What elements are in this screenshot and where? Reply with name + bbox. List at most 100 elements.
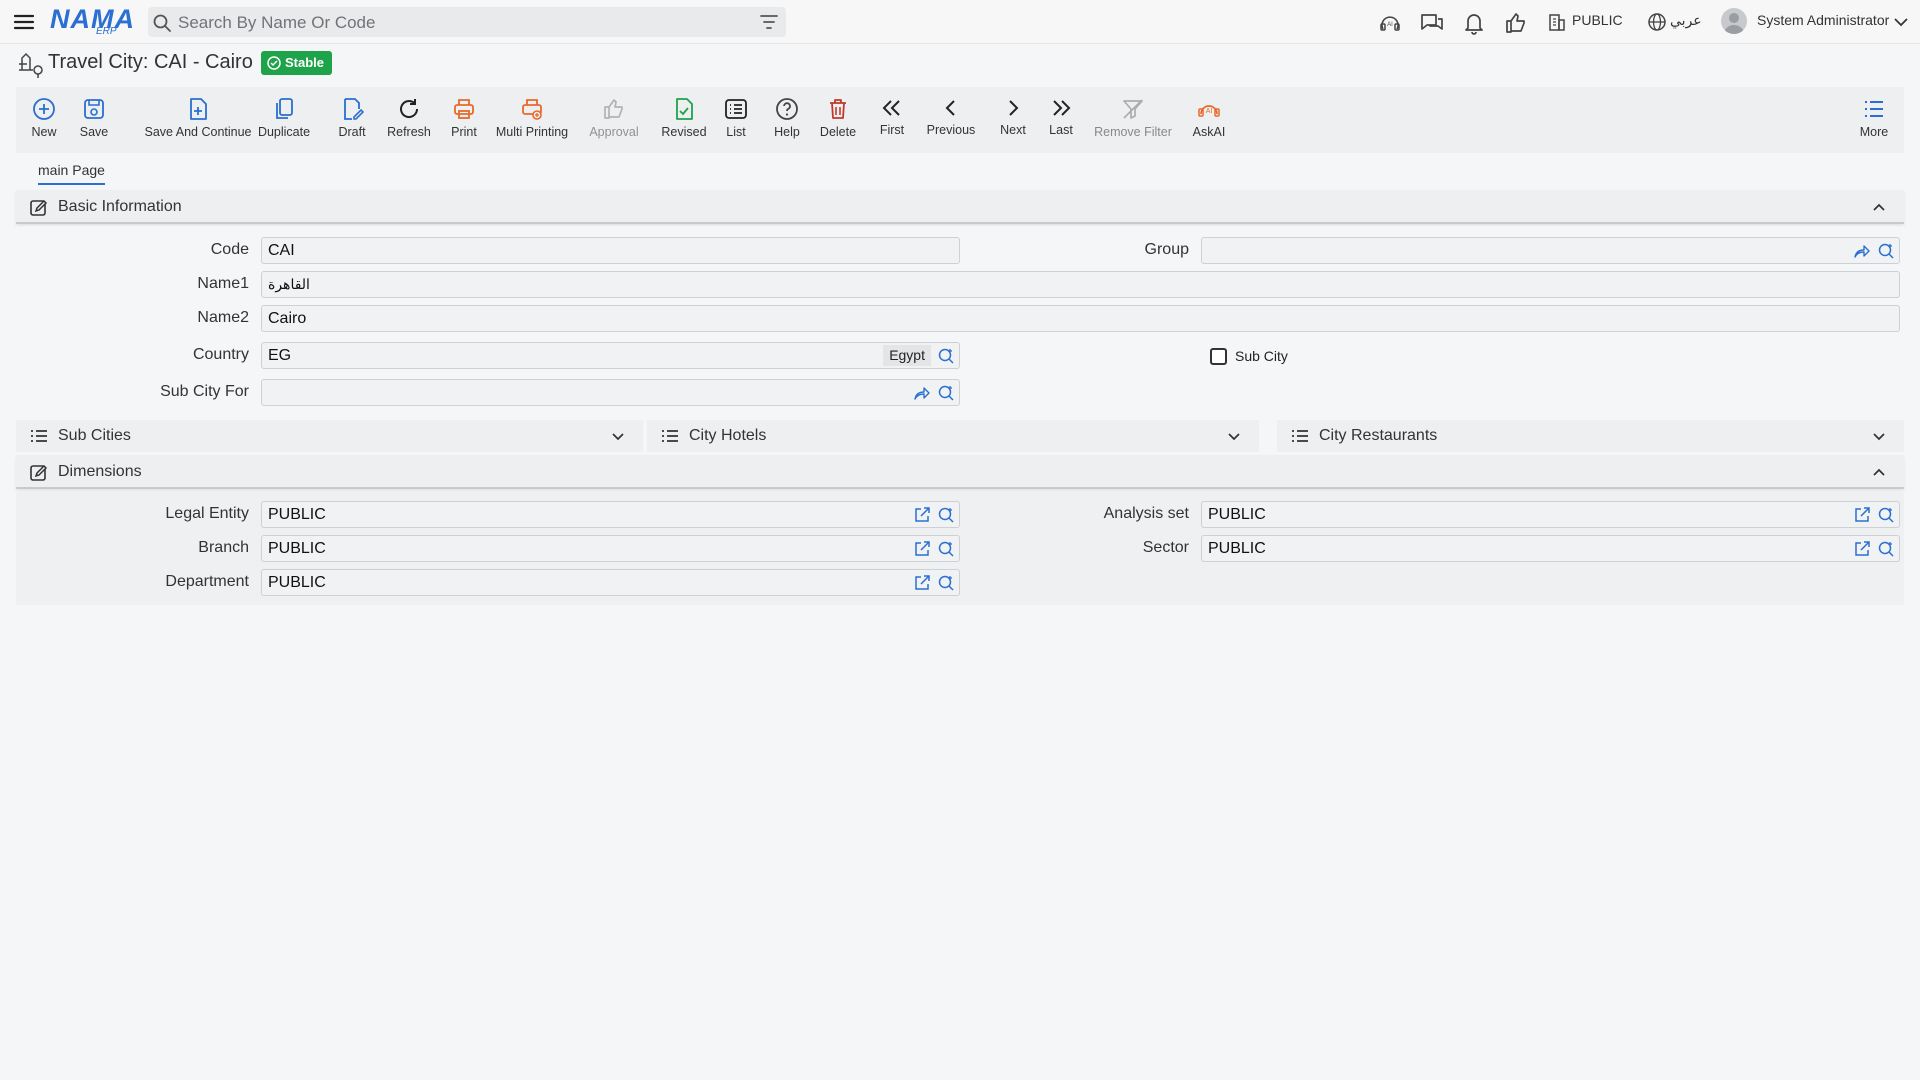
status-badge: Stable <box>261 51 333 75</box>
save-and-continue-button[interactable]: Save And Continue <box>130 87 266 153</box>
city-restaurants-grid-header[interactable]: City Restaurants <box>1277 420 1904 452</box>
multi-printing-button[interactable]: Multi Printing <box>493 87 571 153</box>
globe-icon[interactable] <box>1647 12 1667 38</box>
lookup-search-icon[interactable] <box>937 540 955 558</box>
printer-icon <box>454 99 474 119</box>
sector-label: Sector <box>1142 539 1189 556</box>
department-label: Department <box>165 573 249 590</box>
print-label: Print <box>451 125 477 139</box>
help-label: Help <box>774 125 800 139</box>
multi-printer-icon <box>522 99 542 120</box>
chevron-down-icon[interactable] <box>1893 14 1909 30</box>
approval-thumbs-up-icon <box>604 99 623 119</box>
lookup-search-icon[interactable] <box>937 506 955 524</box>
list-label: List <box>726 125 746 139</box>
status-text: Stable <box>285 55 325 70</box>
avatar[interactable] <box>1721 8 1747 34</box>
share-icon[interactable] <box>1853 242 1871 260</box>
page-title: Travel City: CAI - Cairo <box>48 51 253 73</box>
chevron-down-icon[interactable] <box>1227 430 1241 444</box>
refresh-label: Refresh <box>387 125 431 139</box>
chevron-up-icon[interactable] <box>1872 200 1886 214</box>
user-menu[interactable]: System Administrator <box>1757 12 1889 28</box>
dimensions-title: Dimensions <box>58 463 142 480</box>
language-switch[interactable]: عربي <box>1670 12 1702 29</box>
remove-filter-button[interactable]: Remove Filter <box>1094 87 1172 153</box>
branch-field[interactable]: PUBLIC <box>261 535 960 562</box>
plus-circle-icon <box>33 98 55 120</box>
chat-icon[interactable] <box>1419 10 1445 36</box>
askai-button[interactable]: AI AskAI <box>1192 87 1226 153</box>
code-field[interactable]: CAI <box>261 237 960 264</box>
open-external-icon[interactable] <box>913 506 931 524</box>
lookup-search-icon[interactable] <box>1877 506 1895 524</box>
lookup-search-icon[interactable] <box>1877 540 1895 558</box>
chevron-right-icon <box>1009 100 1019 116</box>
tab-main-page[interactable]: main Page <box>38 162 105 178</box>
analysis-set-value: PUBLIC <box>1208 506 1266 523</box>
sub-cities-grid-header[interactable]: Sub Cities <box>16 420 643 452</box>
copy-icon <box>276 98 293 119</box>
company-building-icon[interactable] <box>1547 12 1567 38</box>
chevron-down-icon[interactable] <box>1872 430 1886 444</box>
chevron-up-icon[interactable] <box>1872 465 1886 479</box>
lookup-search-icon[interactable] <box>1877 242 1895 260</box>
print-button[interactable]: Print <box>444 87 484 153</box>
name1-field[interactable]: القاهرة <box>261 271 1900 298</box>
more-button[interactable]: More <box>1858 87 1890 153</box>
open-external-icon[interactable] <box>913 540 931 558</box>
lookup-search-icon[interactable] <box>937 574 955 592</box>
list-button[interactable]: List <box>724 87 748 153</box>
legal-entity-field[interactable]: PUBLIC <box>261 501 960 528</box>
new-button[interactable]: New <box>26 87 62 153</box>
previous-button[interactable]: Previous <box>926 87 976 153</box>
city-hotels-grid-header[interactable]: City Hotels <box>647 420 1259 452</box>
analysis-set-field[interactable]: PUBLIC <box>1201 501 1900 528</box>
sub-city-checkbox[interactable] <box>1210 348 1227 365</box>
open-external-icon[interactable] <box>1853 506 1871 524</box>
delete-button[interactable]: Delete <box>818 87 858 153</box>
lookup-search-icon[interactable] <box>937 384 955 402</box>
share-icon[interactable] <box>913 384 931 402</box>
country-field[interactable]: EG Egypt <box>261 342 960 369</box>
filter-icon[interactable] <box>760 14 778 30</box>
dimensions-header[interactable]: Dimensions <box>16 455 1904 489</box>
edit-icon <box>30 199 48 217</box>
lookup-search-icon[interactable] <box>937 347 955 365</box>
ai-assistant-icon[interactable]: AI <box>1377 10 1403 36</box>
country-label: Country <box>192 346 249 363</box>
name2-field[interactable]: Cairo <box>261 305 1900 332</box>
last-button[interactable]: Last <box>1048 87 1074 153</box>
open-external-icon[interactable] <box>1853 540 1871 558</box>
code-value: CAI <box>268 242 295 259</box>
global-search[interactable]: Search By Name Or Code <box>148 7 786 37</box>
sub-city-for-field[interactable] <box>261 379 960 406</box>
draft-button[interactable]: Draft <box>330 87 374 153</box>
hamburger-menu-icon[interactable] <box>12 10 36 34</box>
company-selector[interactable]: PUBLIC <box>1572 12 1623 28</box>
city-hotels-title: City Hotels <box>689 427 767 444</box>
multi-printing-label: Multi Printing <box>495 125 569 139</box>
chevron-down-icon[interactable] <box>611 430 625 444</box>
save-button[interactable]: Save <box>76 87 112 153</box>
revised-button[interactable]: Revised <box>656 87 712 153</box>
open-external-icon[interactable] <box>913 574 931 592</box>
thumbs-up-icon[interactable] <box>1503 10 1529 36</box>
first-button[interactable]: First <box>878 87 906 153</box>
refresh-button[interactable]: Refresh <box>386 87 432 153</box>
group-field[interactable] <box>1201 237 1900 264</box>
approval-button[interactable]: Approval <box>584 87 644 153</box>
branch-label: Branch <box>198 539 249 556</box>
search-input[interactable]: Search By Name Or Code <box>178 13 375 33</box>
help-button[interactable]: Help <box>772 87 802 153</box>
chevron-left-icon <box>945 100 955 116</box>
sector-field[interactable]: PUBLIC <box>1201 535 1900 562</box>
duplicate-button[interactable]: Duplicate <box>252 87 316 153</box>
notifications-bell-icon[interactable] <box>1461 10 1487 36</box>
basic-information-header[interactable]: Basic Information <box>16 190 1904 224</box>
edit-icon <box>30 464 48 482</box>
department-field[interactable]: PUBLIC <box>261 569 960 596</box>
svg-text:AI: AI <box>1206 108 1213 115</box>
app-logo[interactable]: NAMA ERP <box>50 4 134 38</box>
next-button[interactable]: Next <box>1000 87 1026 153</box>
